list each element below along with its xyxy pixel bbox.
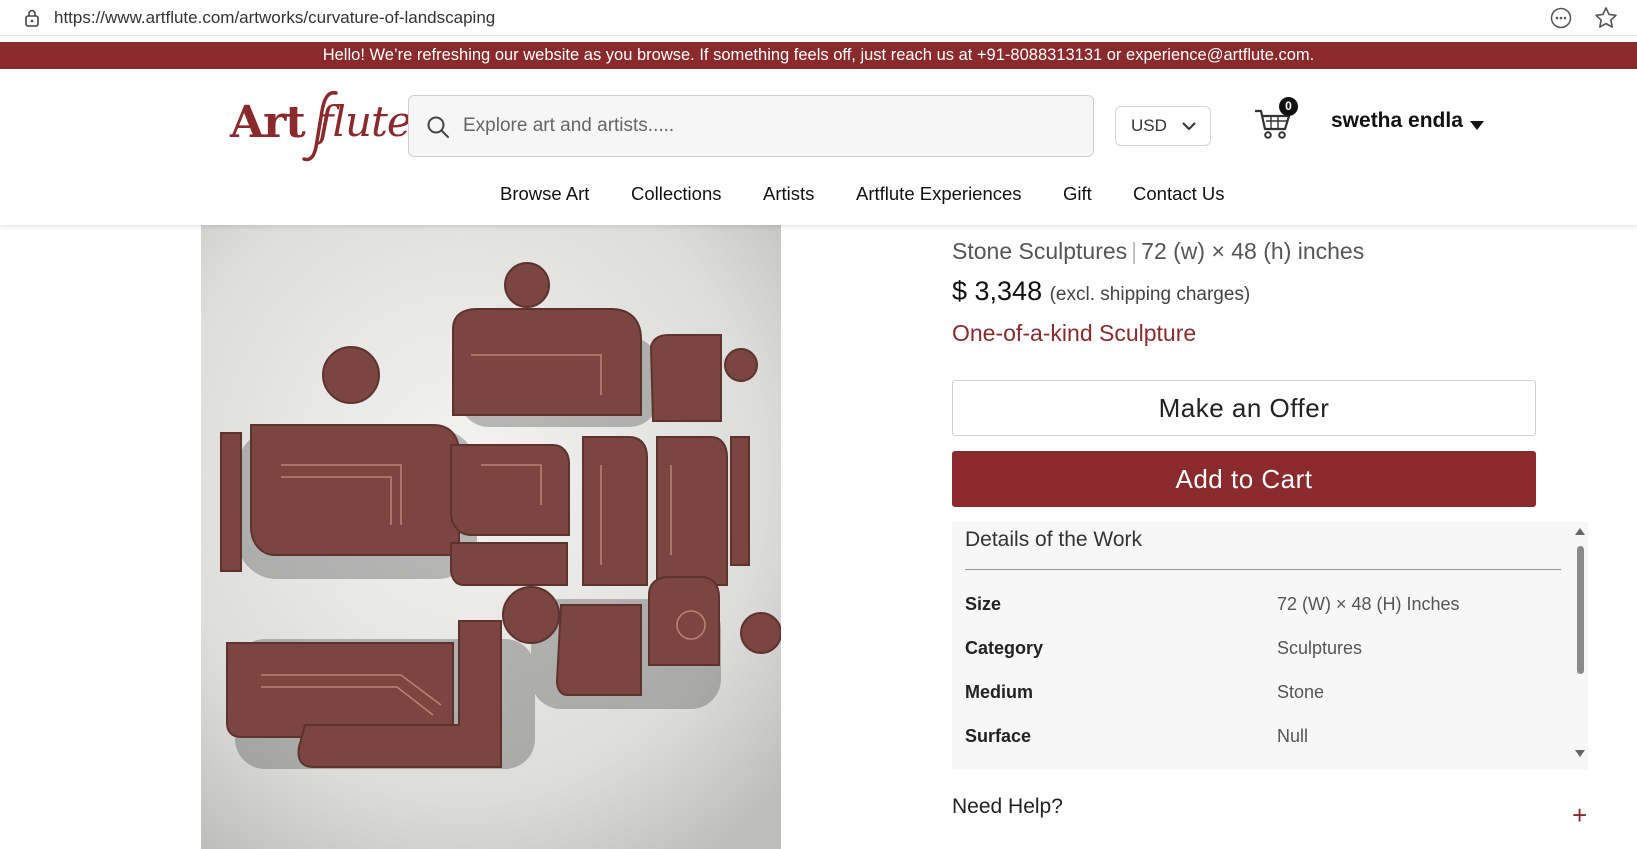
details-title: Details of the Work <box>965 528 1143 551</box>
search-input[interactable] <box>463 108 1063 144</box>
nav-contact-us[interactable]: Contact Us <box>1133 183 1225 205</box>
bookmark-star-icon[interactable] <box>1593 5 1619 31</box>
product-subtitle: Stone Sculptures | 72 (w) × 48 (h) inches <box>952 238 1364 265</box>
site-header: Art flute USD 0 swetha endla Browse Art … <box>0 69 1637 225</box>
lock-icon[interactable] <box>24 9 40 27</box>
separator: | <box>1131 238 1138 264</box>
price: $ 3,348 (excl. shipping charges) <box>952 276 1250 307</box>
category-text: Stone Sculptures <box>952 238 1128 264</box>
price-value: $ 3,348 <box>952 276 1043 306</box>
artwork-image[interactable] <box>201 225 781 849</box>
detail-value: Sculptures <box>1277 638 1363 658</box>
logo-swash-icon <box>302 90 338 162</box>
detail-key: Category <box>965 638 1044 658</box>
detail-value: 72 (W) × 48 (H) Inches <box>1277 594 1460 614</box>
price-note: (excl. shipping charges) <box>1049 284 1251 305</box>
add-to-cart-button[interactable]: Add to Cart <box>952 451 1536 507</box>
detail-key: Size <box>965 594 1002 614</box>
detail-row-medium: Medium Stone <box>965 682 1565 706</box>
detail-key: Medium <box>965 682 1034 702</box>
detail-value: Stone <box>1277 682 1325 702</box>
plus-icon[interactable]: + <box>1572 802 1587 828</box>
main-nav: Browse Art Collections Artists Artflute … <box>0 183 1637 213</box>
nav-gift[interactable]: Gift <box>1063 183 1092 205</box>
make-offer-button[interactable]: Make an Offer <box>952 380 1536 436</box>
caret-down-icon[interactable] <box>1470 121 1484 130</box>
logo-text-art: Art <box>230 97 306 148</box>
divider <box>965 569 1561 570</box>
currency-select[interactable]: USD <box>1115 106 1211 146</box>
scroll-down-arrow-icon[interactable] <box>1575 750 1585 757</box>
nav-artists[interactable]: Artists <box>763 183 814 205</box>
uniqueness-label: One-of-a-kind Sculpture <box>952 320 1197 346</box>
search-box[interactable] <box>408 95 1094 157</box>
url-text[interactable]: https://www.artflute.com/artworks/curvat… <box>54 8 495 28</box>
nav-collections[interactable]: Collections <box>631 183 722 205</box>
scroll-up-arrow-icon[interactable] <box>1575 528 1585 535</box>
nav-artflute-experiences[interactable]: Artflute Experiences <box>856 183 1022 205</box>
currency-value: USD <box>1131 116 1167 135</box>
browser-address-bar: https://www.artflute.com/artworks/curvat… <box>0 0 1637 36</box>
detail-row-size: Size 72 (W) × 48 (H) Inches <box>965 594 1565 618</box>
need-help-heading[interactable]: Need Help? <box>952 795 1063 819</box>
details-scrollbar[interactable] <box>1574 528 1586 764</box>
detail-row-surface: Surface Null <box>965 726 1565 750</box>
announcement-banner: Hello! We’re refreshing our website as y… <box>0 42 1637 69</box>
cart-count-badge: 0 <box>1279 97 1298 116</box>
detail-row-category: Category Sculptures <box>965 638 1565 662</box>
sculpture-illustration <box>201 225 781 849</box>
user-menu[interactable]: swetha endla <box>1331 109 1463 133</box>
detail-key: Surface <box>965 726 1032 746</box>
chevron-down-icon <box>1182 122 1196 131</box>
scrollbar-thumb[interactable] <box>1577 546 1584 674</box>
details-panel: Details of the Work Size 72 (W) × 48 (H)… <box>952 522 1588 770</box>
nav-browse-art[interactable]: Browse Art <box>500 183 589 205</box>
dimensions-text: 72 (w) × 48 (h) inches <box>1141 238 1365 264</box>
more-options-icon[interactable] <box>1549 6 1573 30</box>
search-icon[interactable] <box>425 114 451 140</box>
detail-value: Null <box>1277 726 1309 746</box>
